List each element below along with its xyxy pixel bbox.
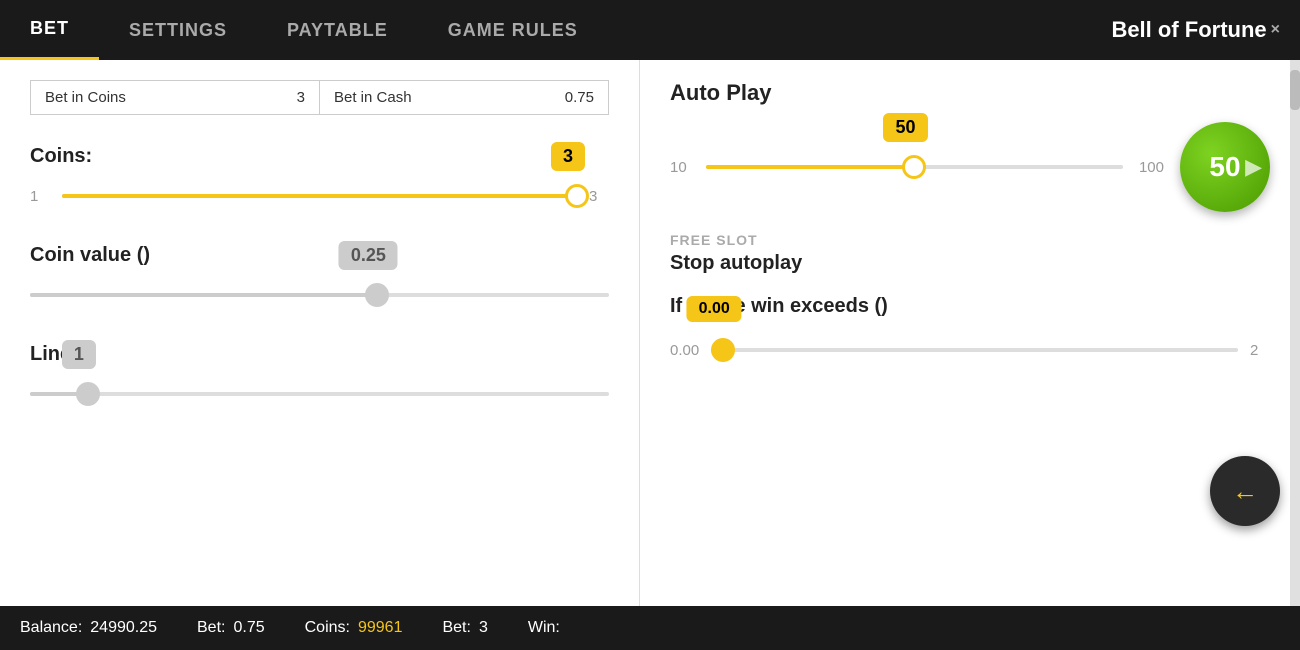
coin-value-slider-row: 0.25 xyxy=(30,275,609,315)
autoplay-track: 50 xyxy=(706,165,1123,169)
lines-bubble: 1 xyxy=(62,340,96,369)
stop-autoplay-label: Stop autoplay xyxy=(670,252,1270,275)
single-win-max: 2 xyxy=(1250,342,1270,359)
coins-item: Coins: 99961 xyxy=(305,619,403,637)
lines-slider-row: 1 xyxy=(30,374,609,414)
scrollbar-track xyxy=(1290,60,1300,606)
stop-section: FREE SLOT Stop autoplay xyxy=(670,232,1270,275)
autoplay-button-value: 50 xyxy=(1209,151,1240,183)
coin-value-bubble: 0.25 xyxy=(339,241,398,270)
autoplay-row: 10 50 100 50 ▶ xyxy=(670,122,1270,212)
balance-item: Balance: 24990.25 xyxy=(20,619,157,637)
tab-game-rules[interactable]: GAME RULES xyxy=(418,0,608,60)
coins-thumb[interactable]: 3 xyxy=(565,184,589,208)
autoplay-fill xyxy=(706,165,914,169)
tab-settings[interactable]: SETTINGS xyxy=(99,0,257,60)
play-arrow-icon: ▶ xyxy=(1245,154,1262,180)
bet-item: Bet: 0.75 xyxy=(197,619,265,637)
autoplay-bubble: 50 xyxy=(883,113,927,142)
top-nav: BET SETTINGS PAYTABLE GAME RULES Bell of… xyxy=(0,0,1300,60)
status-bar: Balance: 24990.25 Bet: 0.75 Coins: 99961… xyxy=(0,606,1300,650)
autoplay-slider[interactable]: 50 xyxy=(706,147,1123,187)
bet2-value: 3 xyxy=(479,619,488,637)
tab-bet[interactable]: BET xyxy=(0,0,99,60)
bet-in-cash: Bet in Cash 0.75 xyxy=(320,81,608,114)
single-win-track: 0.00 xyxy=(711,348,1238,352)
bet-in-cash-label: Bet in Cash xyxy=(334,89,412,106)
lines-label: Lines xyxy=(30,343,609,366)
back-button[interactable]: ← xyxy=(1210,456,1280,526)
coin-value-thumb[interactable]: 0.25 xyxy=(365,283,389,307)
win-item: Win: xyxy=(528,619,568,637)
tab-paytable[interactable]: PAYTABLE xyxy=(257,0,418,60)
content-area: Bet in Coins 3 Bet in Cash 0.75 Coins: 1 xyxy=(0,60,1300,606)
balance-value: 24990.25 xyxy=(90,619,157,637)
balance-label: Balance: xyxy=(20,619,82,637)
lines-thumb[interactable]: 1 xyxy=(76,382,100,406)
coin-value-section: Coin value () 0.25 xyxy=(30,244,609,315)
coins-track: 3 xyxy=(62,194,577,198)
coins-slider-row: 1 3 3 xyxy=(30,176,609,216)
coins-label: Coins: xyxy=(30,145,609,168)
single-win-bubble: 0.00 xyxy=(687,296,742,322)
win-label: Win: xyxy=(528,619,560,637)
single-win-min: 0.00 xyxy=(670,342,699,359)
main-container: BET SETTINGS PAYTABLE GAME RULES Bell of… xyxy=(0,0,1300,650)
coins-fill xyxy=(62,194,577,198)
coins-status-label: Coins: xyxy=(305,619,350,637)
single-win-slider-row: 0.00 0.00 2 xyxy=(670,330,1270,370)
coins-bubble: 3 xyxy=(551,142,585,171)
bet2-label: Bet: xyxy=(442,619,470,637)
bet2-item: Bet: 3 xyxy=(442,619,487,637)
coin-value-slider[interactable]: 0.25 xyxy=(30,275,609,315)
autoplay-title: Auto Play xyxy=(670,80,1270,106)
autoplay-max: 100 xyxy=(1139,159,1164,176)
coins-max: 3 xyxy=(589,188,609,205)
bet-in-cash-value: 0.75 xyxy=(565,89,594,106)
single-win-thumb[interactable]: 0.00 xyxy=(711,338,735,362)
autoplay-thumb[interactable]: 50 xyxy=(902,155,926,179)
lines-track: 1 xyxy=(30,392,609,396)
game-title: Bell of Fortune × xyxy=(1091,0,1300,60)
single-win-slider[interactable]: 0.00 xyxy=(711,330,1238,370)
scrollbar-thumb[interactable] xyxy=(1290,70,1300,110)
back-arrow-icon: ← xyxy=(1232,476,1258,507)
autoplay-min: 10 xyxy=(670,159,690,176)
left-panel: Bet in Coins 3 Bet in Cash 0.75 Coins: 1 xyxy=(0,60,640,606)
bet-label: Bet: xyxy=(197,619,225,637)
bet-header: Bet in Coins 3 Bet in Cash 0.75 xyxy=(30,80,609,115)
coin-value-track: 0.25 xyxy=(30,293,609,297)
free-slot-label: FREE SLOT xyxy=(670,232,1270,248)
coins-section: Coins: 1 3 3 xyxy=(30,145,609,216)
single-win-title: If single win exceeds () xyxy=(670,295,1270,318)
right-panel: Auto Play 10 50 100 50 ▶ xyxy=(640,60,1300,606)
bet-in-coins-label: Bet in Coins xyxy=(45,89,126,106)
coins-min: 1 xyxy=(30,188,50,205)
autoplay-start-button[interactable]: 50 ▶ xyxy=(1180,122,1270,212)
lines-section: Lines 1 xyxy=(30,343,609,414)
coin-value-fill xyxy=(30,293,377,297)
bet-in-coins-value: 3 xyxy=(297,89,305,106)
bet-in-coins: Bet in Coins 3 xyxy=(31,81,320,114)
lines-slider[interactable]: 1 xyxy=(30,374,609,414)
coins-slider[interactable]: 3 xyxy=(62,176,577,216)
bet-value: 0.75 xyxy=(233,619,264,637)
close-icon[interactable]: × xyxy=(1271,21,1280,39)
coin-value-label: Coin value () xyxy=(30,244,609,267)
coins-status-value: 99961 xyxy=(358,619,403,637)
single-win-section: If single win exceeds () 0.00 0.00 2 xyxy=(670,295,1270,370)
